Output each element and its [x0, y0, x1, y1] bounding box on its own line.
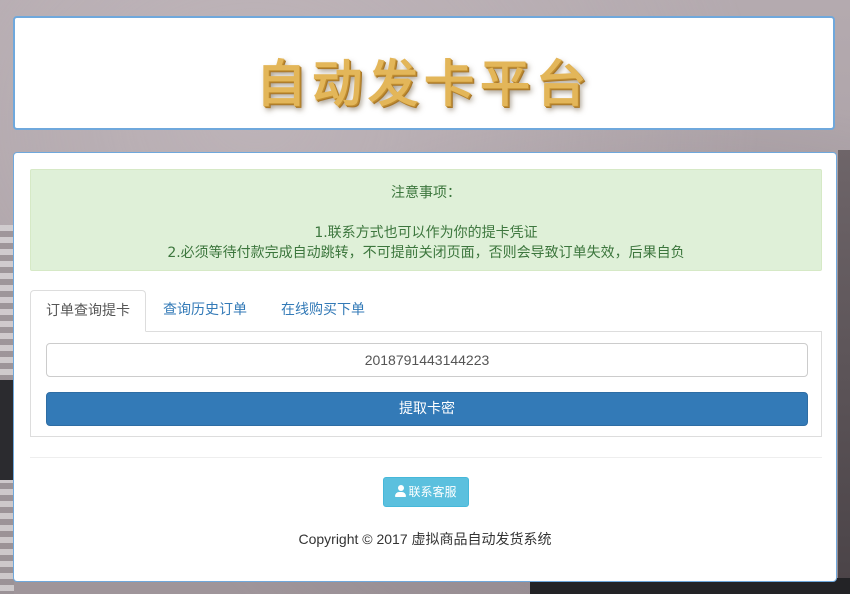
- notice-line: 2.必须等待付款完成自动跳转，不可提前关闭页面，否则会导致订单失效，后果自负: [167, 245, 685, 261]
- site-logo: 自动发卡平台: [256, 55, 592, 113]
- notice-alert: 注意事项： 1.联系方式也可以作为你的提卡凭证 2.必须等待付款完成自动跳转，不…: [30, 169, 822, 271]
- contact-support-label: 联系客服: [408, 485, 457, 499]
- main-panel: 注意事项： 1.联系方式也可以作为你的提卡凭证 2.必须等待付款完成自动跳转，不…: [13, 152, 837, 582]
- background-decoration: [0, 380, 14, 480]
- tab-order-query[interactable]: 订单查询提卡: [30, 290, 146, 332]
- tab-bar: 订单查询提卡 查询历史订单 在线购买下单: [30, 290, 822, 332]
- user-icon: [395, 485, 407, 497]
- background-decoration: [838, 150, 850, 594]
- notice-line: 1.联系方式也可以作为你的提卡凭证: [314, 225, 538, 241]
- header-panel: 自动发卡平台: [13, 16, 835, 130]
- tab-order-history[interactable]: 查询历史订单: [148, 290, 266, 332]
- copyright-text: Copyright © 2017 虚拟商品自动发货系统: [298, 531, 552, 547]
- extract-card-button[interactable]: 提取卡密: [46, 392, 808, 426]
- notice-title: 注意事项：: [391, 185, 461, 201]
- contact-support-button[interactable]: 联系客服: [383, 477, 469, 507]
- divider: [30, 457, 822, 458]
- tab-online-purchase[interactable]: 在线购买下单: [266, 290, 384, 332]
- tab-content-order-query: 提取卡密: [30, 331, 822, 437]
- order-number-input[interactable]: [46, 343, 808, 377]
